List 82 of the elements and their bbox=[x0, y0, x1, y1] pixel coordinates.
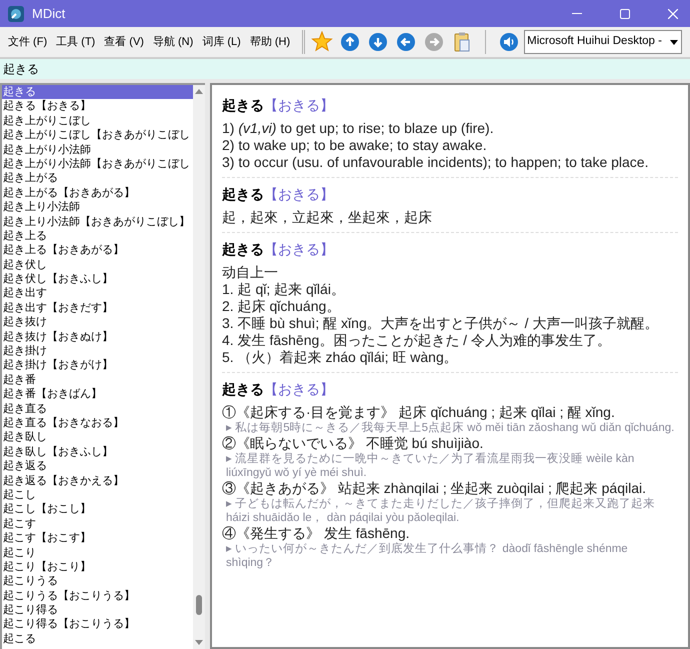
reading: 【おきる】 bbox=[264, 186, 334, 202]
definition-line: 3) to occur (usu. of unfavourable incidents); to happen; to take place. bbox=[222, 154, 650, 171]
word-list-item[interactable]: 起き臥し bbox=[2, 430, 193, 445]
word-list-item[interactable]: 起こす【おこす】 bbox=[2, 531, 193, 546]
word-list-item[interactable]: 起き掛け【おきがけ】 bbox=[2, 358, 193, 373]
word-list-item[interactable]: 起き上る bbox=[2, 228, 193, 244]
definition-line: ④《発生する》 发生 fāshēng. bbox=[222, 525, 410, 542]
word-list-item[interactable]: 起き上がりこぼし【おきあがりこぼし bbox=[2, 128, 193, 143]
word-list-item[interactable]: 起こる bbox=[2, 632, 193, 646]
definition-line: 3. 不睡 bù shuì; 醒 xǐng。大声を出すと子供が～ / 大声一叫孩子就醒。 bbox=[222, 315, 660, 332]
word-list-item[interactable]: 起こりうる【おこりうる】 bbox=[2, 588, 193, 604]
dropdown-caret-icon[interactable] bbox=[670, 40, 678, 44]
definition-line: 动自上一 bbox=[222, 264, 279, 281]
word-list-item[interactable]: 起こりうる bbox=[2, 574, 193, 589]
definition-line: 5. （火）着起来 zháo qǐlái; 旺 wàng。 bbox=[222, 349, 459, 366]
word-list-item[interactable]: 起き上がる bbox=[2, 171, 193, 186]
word-list-item[interactable]: 起きる【おきる】 bbox=[2, 99, 193, 114]
example-sentence: ▸ 私は毎朝5時に～きる／我每天早上5点起床 wǒ měi tiān zǎoshang wǔ diǎn qǐchuáng. bbox=[225, 421, 676, 435]
star-icon[interactable] bbox=[311, 31, 334, 53]
app-logo-icon bbox=[8, 6, 24, 22]
word-list-item[interactable]: 起き番 bbox=[2, 372, 193, 388]
word-list-item[interactable]: 起き上がり小法師 bbox=[2, 142, 193, 157]
word-list-item[interactable]: 起こり得る【おこりうる】 bbox=[2, 617, 193, 632]
word-list-item[interactable]: 起こり bbox=[2, 546, 193, 560]
word-list-item[interactable]: 起き上がりこぼし bbox=[2, 114, 193, 128]
word-list-item[interactable]: 起き直る bbox=[2, 402, 193, 416]
word-list-item[interactable]: 起きる bbox=[2, 85, 193, 100]
search-field[interactable]: 起きる bbox=[0, 58, 690, 79]
word-list-item[interactable]: 起こり得る bbox=[2, 603, 193, 618]
menu-item[interactable]: 查看 (V) bbox=[102, 34, 146, 50]
definition-line: 起，起來，立起來，坐起來，起床 bbox=[222, 209, 433, 226]
word-list-item[interactable]: 起こり【おこり】 bbox=[2, 560, 193, 574]
headword: 起きる bbox=[222, 97, 264, 113]
definition-line: 2. 起床 qǐchuáng。 bbox=[222, 298, 342, 315]
word-list-item[interactable]: 起き直る【おきなおる】 bbox=[2, 416, 193, 430]
word-list-item[interactable]: 起こし bbox=[2, 488, 193, 502]
word-list-item[interactable]: 起き出す bbox=[2, 286, 193, 301]
word-list-item[interactable]: 起き抜け bbox=[2, 315, 193, 330]
headword: 起きる bbox=[222, 241, 264, 257]
word-list-item[interactable]: 起き伏し bbox=[2, 258, 193, 272]
definition-line: ②《眠らないでいる》 不睡觉 bú shuìjiào. bbox=[222, 435, 484, 452]
word-list-item[interactable]: 起き上る【おきあがる】 bbox=[2, 243, 193, 258]
voice-name: Microsoft Huihui Desktop - bbox=[527, 34, 662, 50]
reading: 【おきる】 bbox=[264, 97, 334, 113]
definition-line: 1) (v1,vi) to get up; to rise; to blaze up (fire). bbox=[222, 120, 495, 137]
voice-dropdown[interactable]: Microsoft Huihui Desktop - bbox=[524, 30, 682, 54]
definition-line: 4. 发生 fāshēng。困ったことが起きた / 令人为难的事发生了。 bbox=[222, 332, 612, 349]
word-list-item[interactable]: 起き抜け【おきぬけ】 bbox=[2, 330, 193, 344]
headword: 起きる bbox=[222, 186, 264, 202]
maximize-icon[interactable] bbox=[620, 8, 630, 18]
window-title: MDict bbox=[32, 4, 66, 23]
word-list-item[interactable]: 起き上り小法師【おきあがりこぼし】 bbox=[2, 214, 193, 229]
word-list-item[interactable]: 起き出す【おきだす】 bbox=[2, 300, 193, 316]
close-icon[interactable] bbox=[668, 8, 678, 18]
word-list-item[interactable]: 起き上がる【おきあがる】 bbox=[2, 186, 193, 200]
menu-item[interactable]: 帮助 (H) bbox=[248, 34, 292, 50]
definition-line: 1. 起 qǐ; 起来 qǐlái。 bbox=[222, 281, 346, 298]
word-list-item[interactable]: 起き番【おきばん】 bbox=[2, 387, 193, 402]
word-list-item[interactable]: 起き伏し【おきふし】 bbox=[2, 272, 193, 286]
example-sentence: ▸ 子どもは転んだが，～きてまた走りだした／孩子摔倒了，但爬起来又跑了起来 háizi shuāidǎo le， dàn páqilai yòu pǎoleqilai. bbox=[225, 497, 656, 525]
menu-item[interactable]: 文件 (F) bbox=[6, 34, 50, 50]
scrollbar-drawing[interactable] bbox=[193, 85, 205, 649]
word-list-item[interactable]: 起き返る【おきかえる】 bbox=[2, 474, 193, 488]
reading: 【おきる】 bbox=[264, 241, 334, 257]
headword: 起きる bbox=[222, 381, 264, 397]
word-list-item[interactable]: 起き上り小法師 bbox=[2, 200, 193, 215]
speaker-icon[interactable] bbox=[498, 31, 520, 53]
word-list-item[interactable]: 起こす bbox=[2, 516, 193, 532]
menu-item[interactable]: 工具 (T) bbox=[54, 34, 98, 50]
reading: 【おきる】 bbox=[264, 381, 334, 397]
definition-line: ③《起きあがる》 站起来 zhànqilai ; 坐起来 zuòqilai ; 爬起来 páqilai. bbox=[222, 480, 647, 497]
definition-line: 2) to wake up; to be awake; to stay awake. bbox=[222, 137, 488, 154]
example-sentence: ▸ いったい何が～きたんだ／到底发生了什么事情？ dàodǐ fāshēngle shénme shìqing？ bbox=[225, 542, 629, 570]
word-list-item[interactable]: 起き臥し【おきふし】 bbox=[2, 444, 193, 460]
word-list-item[interactable]: 起き掛け bbox=[2, 344, 193, 358]
example-sentence: ▸ 流星群を見るために一晩中～きていた／为了看流星雨我一夜没睡 wèile kàn liúxīngyǔ wǒ yí yè méi shuì. bbox=[225, 452, 636, 480]
menu-item[interactable]: 词库 (L) bbox=[200, 34, 243, 50]
word-list-item[interactable]: 起き上がり小法師【おきあがりこぼし bbox=[2, 156, 193, 172]
word-list-item[interactable]: 起こし【おこし】 bbox=[2, 502, 193, 517]
definition-line: ①《起床する·目を覚ます》 起床 qǐchuáng ; 起来 qǐlai ; 醒 xǐng. bbox=[222, 404, 616, 421]
menu-item[interactable]: 导航 (N) bbox=[150, 34, 196, 50]
word-list-item[interactable]: 起き返る bbox=[2, 459, 193, 474]
